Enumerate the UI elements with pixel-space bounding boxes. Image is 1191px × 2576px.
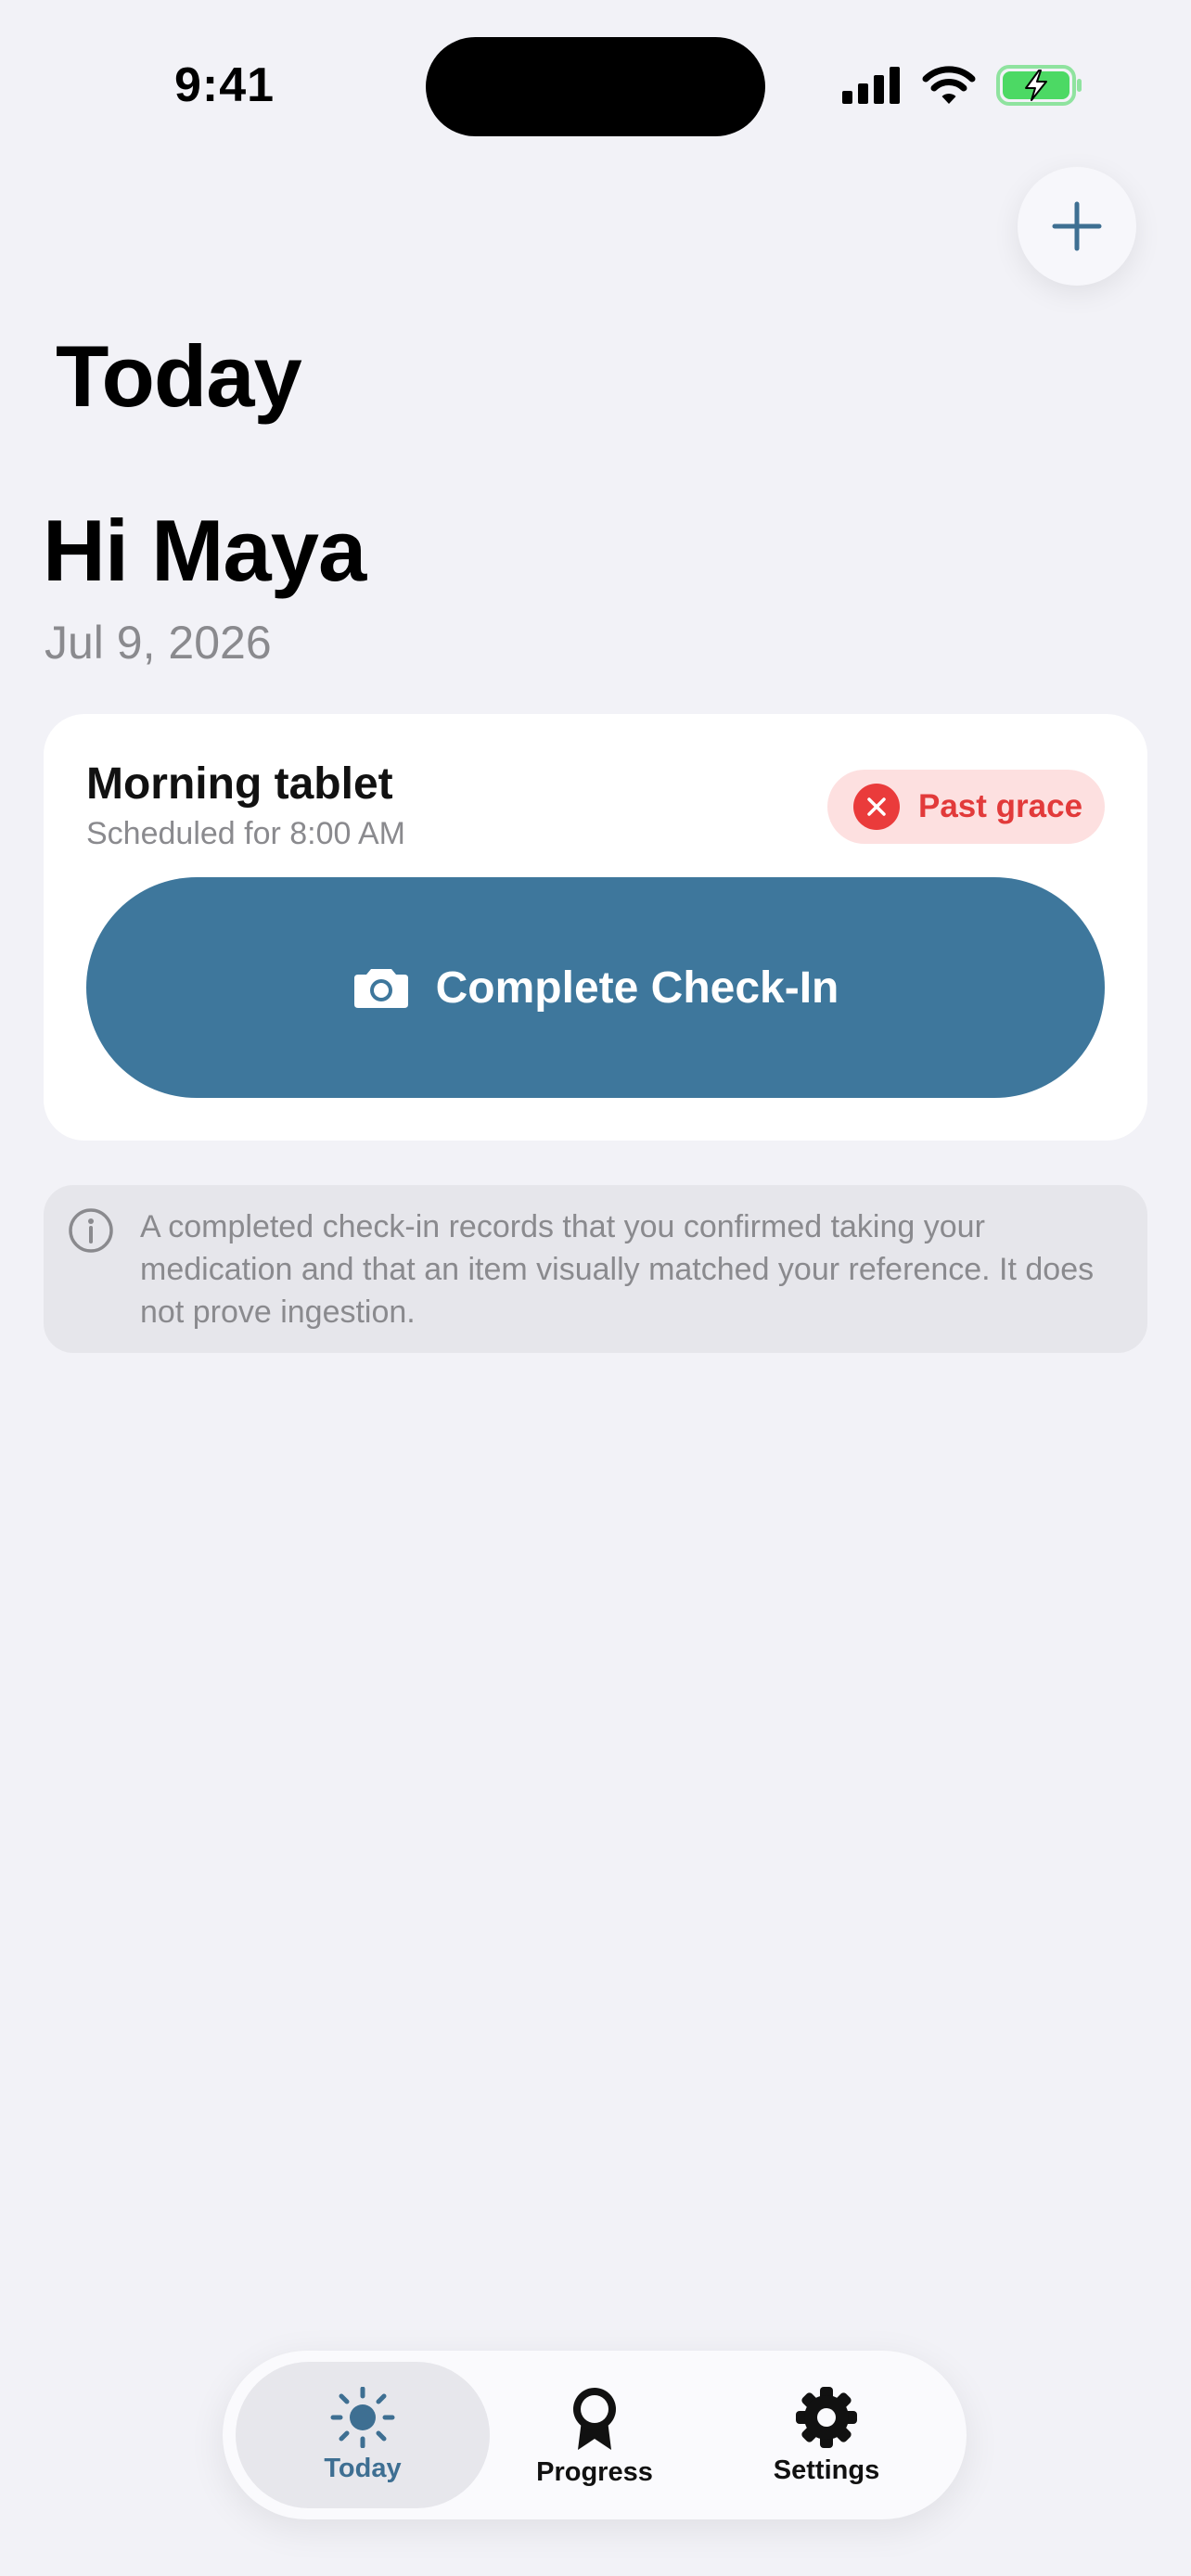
dynamic-island (426, 37, 765, 136)
award-ribbon-icon (573, 2387, 616, 2450)
info-note-text: A completed check-in records that you co… (140, 1209, 1095, 1330)
wifi-icon (922, 66, 976, 104)
gear-icon (796, 2386, 857, 2448)
complete-check-in-label: Complete Check-In (435, 963, 839, 1013)
dose-card: Morning tablet Scheduled for 8:00 AM Pas… (44, 714, 1147, 1141)
complete-check-in-button[interactable]: Complete Check-In (86, 877, 1105, 1098)
tab-settings[interactable]: Settings (699, 2362, 954, 2508)
camera-icon (353, 969, 408, 1008)
info-circle-icon (69, 1208, 113, 1253)
tab-bar: Today Progress Settings (223, 2351, 967, 2519)
cellular-signal-icon (842, 67, 900, 104)
battery-charging-icon (996, 65, 1082, 106)
x-circle-icon (853, 784, 900, 830)
status-badge: Past grace (827, 770, 1105, 844)
info-note: A completed check-in records that you co… (44, 1185, 1147, 1353)
tab-settings-label: Settings (773, 2455, 880, 2485)
plus-icon (1052, 201, 1102, 251)
sun-icon (330, 2386, 395, 2448)
add-button[interactable] (1018, 167, 1136, 286)
tab-today-label: Today (324, 2453, 402, 2483)
page-title: Today (56, 327, 302, 425)
dose-name: Morning tablet (86, 759, 393, 809)
greeting-heading: Hi Maya (43, 502, 366, 599)
dose-scheduled-time: Scheduled for 8:00 AM (86, 816, 406, 851)
today-screen: 9:41 Today Hi Maya Jul 9, 2026 Morning t… (0, 0, 1191, 2576)
tab-progress-label: Progress (536, 2456, 653, 2487)
current-date: Jul 9, 2026 (45, 617, 272, 669)
status-time: 9:41 (174, 58, 275, 112)
status-icons (842, 65, 1083, 106)
status-badge-label: Past grace (918, 788, 1083, 824)
tab-progress[interactable]: Progress (467, 2362, 722, 2508)
tab-today[interactable]: Today (236, 2362, 490, 2508)
